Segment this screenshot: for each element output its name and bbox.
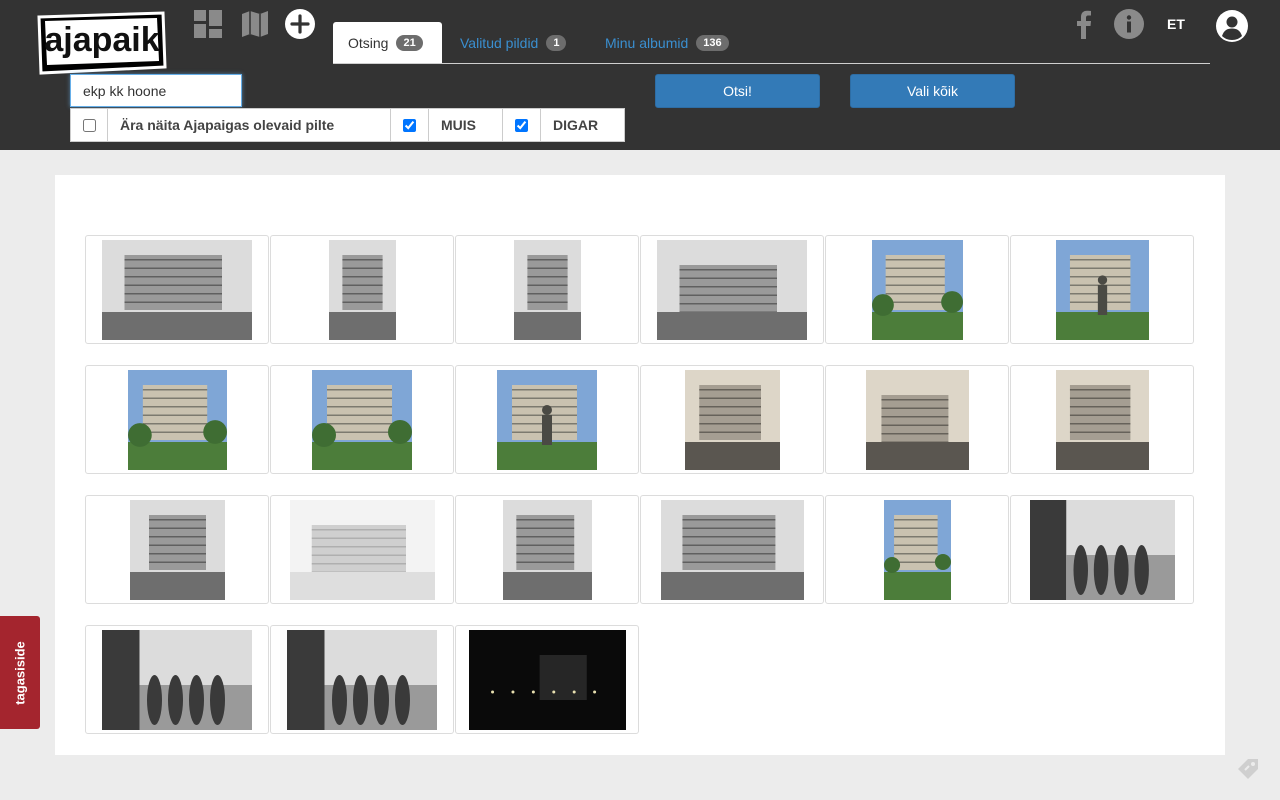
top-bar: ajapaik Otsing 21 Valitud pildid 1 Minu … [0, 0, 1280, 150]
muis-checkbox[interactable] [403, 118, 416, 132]
language-selector[interactable]: ET [1167, 16, 1185, 32]
photo-card[interactable] [455, 625, 639, 734]
tabs-divider [333, 63, 1210, 64]
tab-my-albums[interactable]: Minu albumid 136 [605, 22, 729, 63]
photo-thumbnail [289, 499, 435, 600]
photo-thumbnail [883, 499, 951, 600]
tab-selected-count: 1 [546, 34, 567, 51]
digar-label: DIGAR [541, 108, 625, 142]
select-all-button[interactable]: Vali kõik [850, 74, 1015, 108]
photo-card[interactable] [1010, 495, 1194, 604]
feedback-label: tagasiside [12, 640, 28, 705]
photo-thumbnail [660, 499, 804, 600]
photo-thumbnail [871, 239, 963, 340]
photo-card[interactable] [85, 365, 269, 474]
photo-card[interactable] [825, 365, 1009, 474]
tag-icon[interactable] [1236, 757, 1260, 781]
photo-card[interactable] [270, 235, 454, 344]
photo-thumbnail [468, 629, 626, 730]
map-icon[interactable] [241, 10, 269, 38]
hide-existing-checkbox[interactable] [82, 118, 96, 132]
photo-card[interactable] [455, 495, 639, 604]
tab-albums-label: Minu albumid [605, 34, 689, 51]
tab-search[interactable]: Otsing 21 [333, 22, 442, 63]
tab-search-label: Otsing [348, 34, 389, 51]
grid-view-icon[interactable] [194, 10, 222, 38]
facebook-icon[interactable] [1074, 9, 1092, 39]
photo-thumbnail [657, 239, 807, 340]
logo-text: ajapaik [44, 21, 159, 59]
photo-thumbnail [102, 629, 252, 730]
photo-thumbnail [684, 369, 780, 470]
photo-thumbnail [312, 369, 412, 470]
photo-thumbnail [287, 629, 437, 730]
results-panel [55, 175, 1225, 755]
tab-selected-photos[interactable]: Valitud pildid 1 [460, 22, 567, 63]
photo-card[interactable] [1010, 365, 1194, 474]
photo-card[interactable] [640, 495, 824, 604]
hide-existing-checkbox-cell [70, 108, 108, 142]
photo-card[interactable] [825, 495, 1009, 604]
photo-thumbnail [127, 369, 227, 470]
photo-thumbnail [497, 369, 597, 470]
photo-thumbnail [328, 239, 396, 340]
photo-thumbnail [1029, 499, 1175, 600]
photo-thumbnail [502, 499, 592, 600]
photo-thumbnail [129, 499, 225, 600]
photo-card[interactable] [455, 235, 639, 344]
photo-card[interactable] [270, 495, 454, 604]
photo-card[interactable] [85, 625, 269, 734]
tab-search-count: 21 [396, 34, 423, 51]
photo-thumbnail [102, 239, 252, 340]
ajapaik-logo[interactable]: ajapaik [35, 11, 167, 75]
muis-label: MUIS [429, 108, 503, 142]
photo-card[interactable] [825, 235, 1009, 344]
photo-thumbnail [1055, 369, 1149, 470]
search-input[interactable] [70, 74, 242, 107]
photo-card[interactable] [1010, 235, 1194, 344]
tab-selected-label: Valitud pildid [460, 34, 539, 51]
feedback-tab[interactable]: tagasiside [0, 616, 40, 729]
digar-checkbox-cell [503, 108, 541, 142]
photo-card[interactable] [640, 235, 824, 344]
tab-albums-count: 136 [696, 34, 729, 51]
add-icon[interactable] [285, 9, 315, 39]
photo-card[interactable] [85, 495, 269, 604]
photo-card[interactable] [640, 365, 824, 474]
photo-thumbnail [513, 239, 581, 340]
search-button[interactable]: Otsi! [655, 74, 820, 108]
info-icon[interactable] [1114, 9, 1144, 39]
photo-card[interactable] [270, 365, 454, 474]
user-icon[interactable] [1216, 10, 1248, 42]
digar-checkbox[interactable] [515, 118, 528, 132]
photo-card[interactable] [455, 365, 639, 474]
muis-checkbox-cell [391, 108, 429, 142]
hide-existing-label: Ära näita Ajapaigas olevaid pilte [108, 108, 391, 142]
photo-thumbnail [865, 369, 969, 470]
photo-card[interactable] [270, 625, 454, 734]
photo-card[interactable] [85, 235, 269, 344]
photo-thumbnail [1055, 239, 1149, 340]
filter-bar: Ära näita Ajapaigas olevaid pilte MUIS D… [70, 108, 625, 142]
